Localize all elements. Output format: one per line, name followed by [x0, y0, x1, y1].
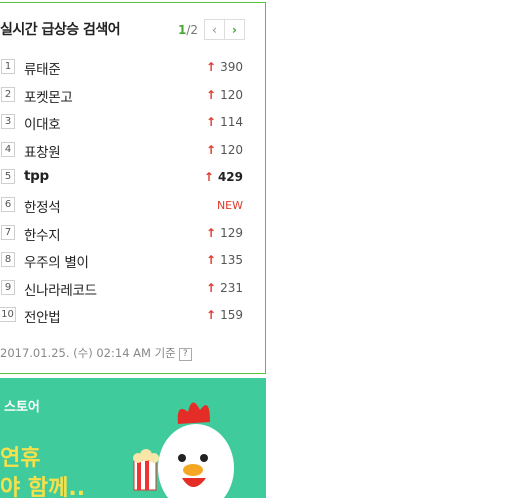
list-item[interactable]: 9 신나라레코드 ↑ 231 — [0, 274, 263, 302]
change-value: 114 — [220, 115, 243, 130]
list-item[interactable]: 8 우주의 별이 ↑ 135 — [0, 246, 263, 274]
rank-change: ↑ 120 — [206, 143, 243, 157]
change-value: 135 — [220, 253, 243, 268]
chicken-mascot-icon — [133, 402, 234, 498]
keyword-link[interactable]: 전안법 — [24, 306, 61, 326]
change-value: 120 — [220, 142, 243, 157]
up-arrow-icon: ↑ — [203, 170, 214, 185]
keyword-link[interactable]: 포켓몬고 — [24, 86, 73, 106]
rank-number: 4 — [1, 141, 15, 157]
list-item[interactable]: 4 표창원 ↑ 120 — [0, 136, 263, 164]
keyword-link[interactable]: 우주의 별이 — [24, 251, 89, 271]
rank-number: 8 — [1, 252, 15, 268]
change-value: 231 — [220, 280, 243, 295]
rank-number: 10 — [0, 307, 16, 323]
rank-change: ↑ 231 — [206, 281, 243, 295]
keyword-link[interactable]: 한정석 — [24, 196, 61, 216]
rank-number: 5 — [1, 169, 15, 185]
list-item[interactable]: 10 전안법 ↑ 159 — [0, 301, 263, 329]
list-item[interactable]: 5 tpp ↑ 429 — [0, 163, 263, 191]
rank-number: 3 — [1, 114, 15, 130]
up-arrow-icon: ↑ — [206, 280, 217, 295]
keyword-link[interactable]: 류태준 — [24, 58, 61, 78]
change-value: 120 — [220, 87, 243, 102]
prev-page-button[interactable]: ‹ — [204, 19, 225, 40]
change-value: 429 — [217, 170, 243, 185]
rank-number: 2 — [1, 86, 15, 102]
up-arrow-icon: ↑ — [206, 308, 217, 323]
up-arrow-icon: ↑ — [206, 115, 217, 130]
up-arrow-icon: ↑ — [206, 60, 217, 74]
store-banner[interactable]: 스토어 연휴 야 함께.. — [0, 378, 266, 498]
help-icon[interactable]: ? — [178, 348, 192, 361]
up-arrow-icon: ↑ — [206, 253, 217, 268]
up-arrow-icon: ↑ — [206, 225, 217, 240]
chevron-right-icon: › — [232, 22, 237, 37]
rank-change: ↑ 114 — [206, 115, 243, 129]
panel-title: 실시간 급상승 검색어 — [0, 22, 121, 38]
banner-title: 스토어 — [4, 400, 40, 415]
rank-number: 7 — [1, 224, 15, 240]
change-value: 129 — [220, 225, 243, 240]
chevron-left-icon: ‹ — [212, 22, 217, 37]
page-indicator: 1/2 — [177, 22, 198, 37]
rank-number: 1 — [1, 59, 15, 74]
timestamp-text: 2017.01.25. (수) 02:14 AM 기준 — [0, 346, 176, 360]
change-value: 159 — [220, 308, 243, 323]
rank-change: ↑ 429 — [204, 170, 243, 184]
banner-subline: 야 함께.. — [0, 476, 86, 498]
up-arrow-icon: ↑ — [206, 142, 217, 157]
rank-change: ↑ 159 — [206, 308, 243, 322]
keyword-link[interactable]: 표창원 — [24, 141, 61, 161]
list-item[interactable]: 7 한수지 ↑ 129 — [0, 219, 263, 247]
keyword-link[interactable]: tpp — [24, 168, 49, 184]
keyword-link[interactable]: 신나라레코드 — [24, 279, 97, 299]
rank-number: 9 — [1, 279, 15, 295]
new-badge: NEW — [216, 198, 243, 212]
keyword-link[interactable]: 한수지 — [24, 224, 61, 244]
next-page-button[interactable]: › — [224, 19, 245, 40]
up-arrow-icon: ↑ — [206, 87, 217, 102]
change-value: 390 — [220, 60, 243, 74]
realtime-search-panel: 실시간 급상승 검색어 1/2 ‹ › 1 류태준 ↑ 390 2 포켓몬고 ↑ 120 3 이대… — [0, 2, 266, 374]
list-item[interactable]: 1 류태준 ↑ 390 — [0, 53, 263, 81]
timestamp-footer: 2017.01.25. (수) 02:14 AM 기준? — [0, 345, 192, 361]
rank-change: ↑ 135 — [206, 253, 243, 267]
keyword-link[interactable]: 이대호 — [24, 113, 61, 133]
list-item[interactable]: 2 포켓몬고 ↑ 120 — [0, 81, 263, 109]
banner-headline: 연휴 — [0, 446, 41, 471]
rank-number: 6 — [1, 196, 15, 212]
pager: 1/2 ‹ › — [178, 19, 245, 40]
rank-change: ↑ 120 — [206, 88, 243, 102]
rank-change: ↑ 390 — [206, 60, 243, 74]
rank-change: ↑ 129 — [206, 226, 243, 240]
keyword-list: 1 류태준 ↑ 390 2 포켓몬고 ↑ 120 3 이대호 ↑ 114 4 표창원 ↑ 120 5 tpp ↑ 42… — [0, 53, 263, 329]
list-item[interactable]: 3 이대호 ↑ 114 — [0, 108, 263, 136]
list-item[interactable]: 6 한정석 NEW — [0, 191, 263, 219]
